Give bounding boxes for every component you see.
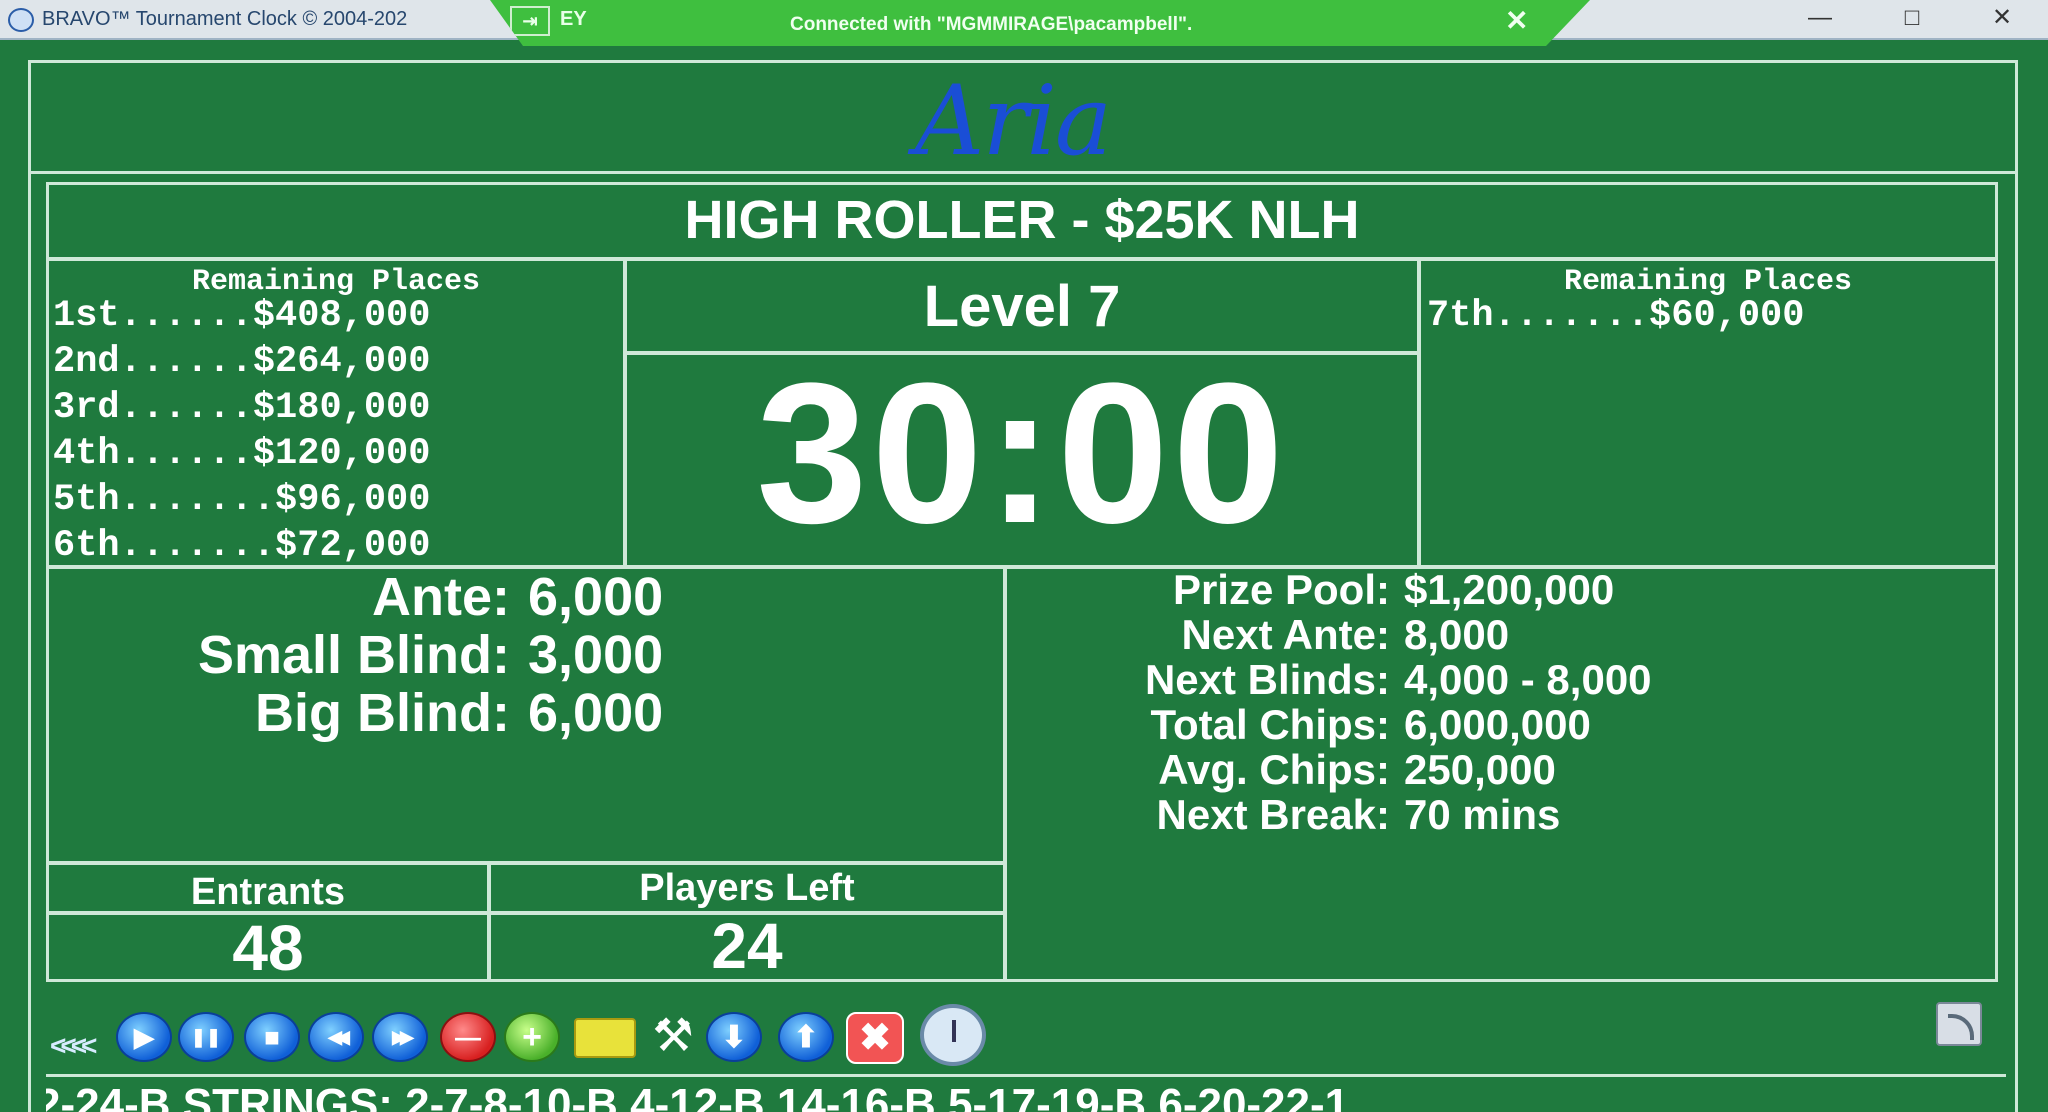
entrants-header-cell: Entrants [46,862,490,914]
clock-app-icon [8,8,34,32]
next-blinds-label: Next Blinds: [1144,656,1390,703]
next-level-icon[interactable]: ▶▶ [372,1012,428,1062]
download-icon[interactable]: ⬇ [706,1012,762,1062]
prize-pool-label: Prize Pool: [1172,566,1390,613]
big-blind-label: Big Blind: [255,683,510,743]
players-left-value-cell: 24 [488,910,1006,982]
total-chips-label: Total Chips: [1150,701,1390,748]
small-blind-label: Small Blind: [197,625,510,685]
ante-value: 6,000 [528,567,664,627]
feed-icon[interactable] [1936,1002,1982,1046]
next-blinds-value: 4,000 - 8,000 [1404,656,1652,703]
total-chips-row: Total Chips: 6,000,000 [1030,701,1930,749]
upload-icon[interactable]: ⬆ [778,1012,834,1062]
cancel-icon[interactable]: ✖ [846,1012,904,1064]
avg-chips-label: Avg. Chips: [1158,746,1390,793]
level-label: Level 7 [923,274,1121,339]
big-blind-row: Big Blind: 6,000 [70,682,663,744]
remove-icon[interactable]: — [440,1012,496,1062]
ante-label: Ante: [372,567,510,627]
countdown-clock: 30:00 [756,342,1288,565]
minimize-button[interactable]: — [1790,2,1850,36]
entrants-label: Entrants [190,871,346,913]
clock-panel: 30:00 [624,342,1420,568]
ante-row: Ante: 6,000 [70,566,663,628]
remote-connection-bar: ⇥ EY Connected with "MGMMIRAGE\pacampbel… [490,0,1590,46]
previous-level-icon[interactable]: ◀◀ [308,1012,364,1062]
stop-icon[interactable]: ■ [244,1012,300,1062]
entrants-value: 48 [232,912,304,984]
connection-badge: EY [560,8,587,30]
pin-connection-bar-icon[interactable]: ⇥ [510,6,550,36]
next-break-value: 70 mins [1404,791,1561,838]
ticker-text: 2-24-B STRINGS: 2-7-8-10-B 4-12-B 14-16-… [46,1080,1350,1112]
prize-pool-value: $1,200,000 [1404,566,1615,613]
avg-chips-value: 250,000 [1404,746,1556,793]
place-row: 2nd......$264,000 [53,341,431,383]
avg-chips-row: Avg. Chips: 250,000 [1030,746,1930,794]
next-ante-row: Next Ante: 8,000 [1030,611,1930,659]
next-ante-value: 8,000 [1404,611,1510,658]
place-row: 4th......$120,000 [53,433,431,475]
tools-icon[interactable]: ⚒ [642,1010,704,1064]
connection-status-text: Connected with "MGMMIRAGE\pacampbell". [790,14,1193,35]
place-row: 6th.......$72,000 [53,525,431,567]
add-icon[interactable]: + [504,1012,560,1062]
place-row: 3rd......$180,000 [53,387,431,429]
maximize-button[interactable]: □ [1882,2,1942,36]
ticker-bar: 2-24-B STRINGS: 2-7-8-10-B 4-12-B 14-16-… [46,1074,2006,1112]
alarm-clock-icon[interactable] [920,1004,986,1066]
close-window-button[interactable]: ✕ [1972,2,2032,36]
remaining-places-left-panel: Remaining Places 1st......$408,000 2nd..… [46,258,626,568]
collapse-toolbar-icon[interactable]: <<<< [50,1030,97,1062]
players-left-value: 24 [711,910,783,982]
small-blind-row: Small Blind: 3,000 [70,624,663,686]
big-blind-value: 6,000 [528,683,664,743]
next-blinds-row: Next Blinds: 4,000 - 8,000 [1030,656,1930,704]
play-icon[interactable]: ▶ [116,1012,172,1062]
prize-pool-row: Prize Pool: $1,200,000 [1030,566,1930,614]
close-connection-bar-button[interactable]: ✕ [1505,4,1528,37]
pause-icon[interactable]: ❚❚ [178,1012,234,1062]
players-left-label: Players Left [639,867,855,909]
place-row: 1st......$408,000 [53,295,431,337]
place-row: 7th.......$60,000 [1427,295,1805,337]
remaining-places-right-panel: Remaining Places 7th.......$60,000 [1418,258,1998,568]
aria-logo: Aria [915,65,1112,177]
tournament-title: HIGH ROLLER - $25K NLH [46,182,1998,260]
next-break-label: Next Break: [1156,791,1390,838]
next-break-row: Next Break: 70 mins [1030,791,1930,839]
next-ante-label: Next Ante: [1181,611,1390,658]
total-chips-value: 6,000,000 [1404,701,1591,748]
place-row: 5th.......$96,000 [53,479,431,521]
entrants-value-cell: 48 [46,912,490,984]
folder-icon[interactable] [574,1018,636,1058]
small-blind-value: 3,000 [528,625,664,685]
players-left-header-cell: Players Left [488,862,1006,914]
window-title: BRAVO™ Tournament Clock © 2004-202 [42,8,408,30]
